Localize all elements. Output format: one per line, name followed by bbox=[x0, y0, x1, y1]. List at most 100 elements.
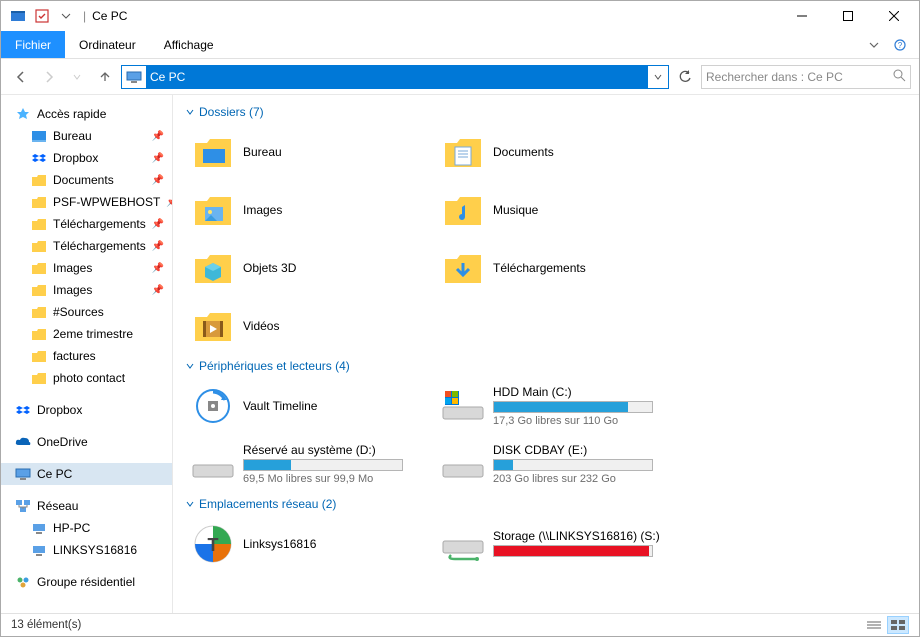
search-box[interactable] bbox=[701, 65, 911, 89]
tree-label: Images bbox=[53, 283, 92, 297]
sidebar-item[interactable]: 2eme trimestre bbox=[1, 323, 172, 345]
folder-icon bbox=[31, 282, 47, 298]
tree-label: factures bbox=[53, 349, 96, 363]
tab-file[interactable]: Fichier bbox=[1, 31, 65, 58]
search-input[interactable] bbox=[706, 70, 892, 84]
up-button[interactable] bbox=[93, 65, 117, 89]
dropbox-root[interactable]: Dropbox bbox=[1, 399, 172, 421]
forward-button[interactable] bbox=[37, 65, 61, 89]
sidebar-item[interactable]: Dropbox 📌 bbox=[1, 147, 172, 169]
content-pane: Dossiers (7) Bureau Documents Images Mus… bbox=[173, 95, 919, 613]
folder-tile[interactable]: Objets 3D bbox=[185, 239, 435, 297]
tree-label: Dropbox bbox=[37, 403, 82, 417]
drive-icon bbox=[191, 442, 235, 486]
tree-label: Accès rapide bbox=[37, 107, 106, 121]
maximize-button[interactable] bbox=[825, 1, 871, 31]
sidebar-item[interactable]: LINKSYS16816 bbox=[1, 539, 172, 561]
computer-icon bbox=[124, 67, 144, 87]
documents-folder-icon bbox=[441, 130, 485, 174]
help-icon[interactable]: ? bbox=[889, 34, 911, 56]
folder-tile[interactable]: Documents bbox=[435, 123, 685, 181]
back-button[interactable] bbox=[9, 65, 33, 89]
sidebar-item[interactable]: Téléchargements📌 bbox=[1, 235, 172, 257]
this-pc-root[interactable]: Ce PC bbox=[1, 463, 172, 485]
desktop-folder-icon bbox=[191, 130, 235, 174]
tile-label: Documents bbox=[493, 145, 679, 159]
qat-dropdown-icon[interactable] bbox=[55, 5, 77, 27]
drive-tile[interactable]: Réservé au système (D:)69,5 Mo libres su… bbox=[185, 435, 435, 493]
folder-tile[interactable]: Musique bbox=[435, 181, 685, 239]
folder-icon bbox=[31, 172, 47, 188]
sidebar-item[interactable]: #Sources bbox=[1, 301, 172, 323]
chevron-down-icon bbox=[185, 107, 195, 117]
pin-icon: 📌 bbox=[152, 263, 164, 274]
sidebar-item[interactable]: factures bbox=[1, 345, 172, 367]
sidebar-item[interactable]: Images📌 bbox=[1, 257, 172, 279]
chevron-down-icon bbox=[185, 499, 195, 509]
homegroup-root[interactable]: Groupe résidentiel bbox=[1, 571, 172, 593]
network-drive-tile[interactable]: Storage (\\LINKSYS16816) (S:) bbox=[435, 515, 685, 573]
pin-icon: 📌 bbox=[152, 153, 164, 164]
network-root[interactable]: Réseau bbox=[1, 495, 172, 517]
folder-tile[interactable]: Images bbox=[185, 181, 435, 239]
address-dropdown-icon[interactable] bbox=[648, 66, 668, 88]
onedrive-root[interactable]: OneDrive bbox=[1, 431, 172, 453]
tree-label: PSF-WPWEBHOST bbox=[53, 195, 160, 209]
group-header-devices[interactable]: Périphériques et lecteurs (4) bbox=[185, 355, 907, 377]
navigation-bar bbox=[1, 59, 919, 95]
downloads-folder-icon bbox=[441, 246, 485, 290]
quick-access-root[interactable]: Accès rapide bbox=[1, 103, 172, 125]
tile-label: Bureau bbox=[243, 145, 429, 159]
tile-label: HDD Main (C:) bbox=[493, 385, 679, 399]
address-input[interactable] bbox=[146, 66, 648, 88]
tile-label: Vidéos bbox=[243, 319, 429, 333]
sidebar-item[interactable]: photo contact bbox=[1, 367, 172, 389]
tree-label: LINKSYS16816 bbox=[53, 543, 137, 557]
sidebar-item[interactable]: PSF-WPWEBHOST 📌 bbox=[1, 191, 172, 213]
folder-tile[interactable]: Vidéos bbox=[185, 297, 435, 355]
folder-tile[interactable]: Bureau bbox=[185, 123, 435, 181]
sidebar-item[interactable]: Images 📌 bbox=[1, 279, 172, 301]
capacity-gauge bbox=[243, 459, 403, 471]
close-button[interactable] bbox=[871, 1, 917, 31]
recent-dropdown-icon[interactable] bbox=[65, 65, 89, 89]
network-tile[interactable]: TLinksys16816 bbox=[185, 515, 435, 573]
onedrive-icon bbox=[15, 434, 31, 450]
tree-label: Téléchargements bbox=[53, 217, 146, 231]
capacity-gauge bbox=[493, 545, 653, 557]
system-menu-icon[interactable] bbox=[7, 5, 29, 27]
tree-label: HP-PC bbox=[53, 521, 90, 535]
tile-sublabel: 203 Go libres sur 232 Go bbox=[493, 473, 679, 485]
pin-icon: 📌 bbox=[166, 197, 172, 208]
drive-tile[interactable]: HDD Main (C:)17,3 Go libres sur 110 Go bbox=[435, 377, 685, 435]
tree-label: #Sources bbox=[53, 305, 104, 319]
search-icon bbox=[892, 68, 906, 85]
tab-computer[interactable]: Ordinateur bbox=[65, 31, 150, 58]
address-bar[interactable] bbox=[121, 65, 669, 89]
ribbon-expand-icon[interactable] bbox=[863, 34, 885, 56]
group-header-network[interactable]: Emplacements réseau (2) bbox=[185, 493, 907, 515]
drive-tile[interactable]: DISK CDBAY (E:)203 Go libres sur 232 Go bbox=[435, 435, 685, 493]
refresh-button[interactable] bbox=[673, 65, 697, 89]
folder-icon bbox=[31, 238, 47, 254]
sidebar-item[interactable]: HP-PC bbox=[1, 517, 172, 539]
properties-icon[interactable] bbox=[31, 5, 53, 27]
tile-label: Storage (\\LINKSYS16816) (S:) bbox=[493, 529, 679, 543]
minimize-button[interactable] bbox=[779, 1, 825, 31]
tree-label: OneDrive bbox=[37, 435, 88, 449]
details-view-button[interactable] bbox=[863, 616, 885, 634]
tiles-view-button[interactable] bbox=[887, 616, 909, 634]
sidebar-item[interactable]: Bureau📌 bbox=[1, 125, 172, 147]
devices-grid: Vault Timeline HDD Main (C:)17,3 Go libr… bbox=[185, 377, 907, 493]
tree-label: Réseau bbox=[37, 499, 78, 513]
folder-tile[interactable]: Téléchargements bbox=[435, 239, 685, 297]
sidebar-item[interactable]: Téléchargements📌 bbox=[1, 213, 172, 235]
pin-icon: 📌 bbox=[152, 285, 164, 296]
tree-label: Dropbox bbox=[53, 151, 98, 165]
group-header-folders[interactable]: Dossiers (7) bbox=[185, 101, 907, 123]
folders-grid: Bureau Documents Images Musique Objets 3… bbox=[185, 123, 907, 355]
tile-label: Téléchargements bbox=[493, 261, 679, 275]
sidebar-item[interactable]: Documents📌 bbox=[1, 169, 172, 191]
device-tile[interactable]: Vault Timeline bbox=[185, 377, 435, 435]
tab-view[interactable]: Affichage bbox=[150, 31, 228, 58]
